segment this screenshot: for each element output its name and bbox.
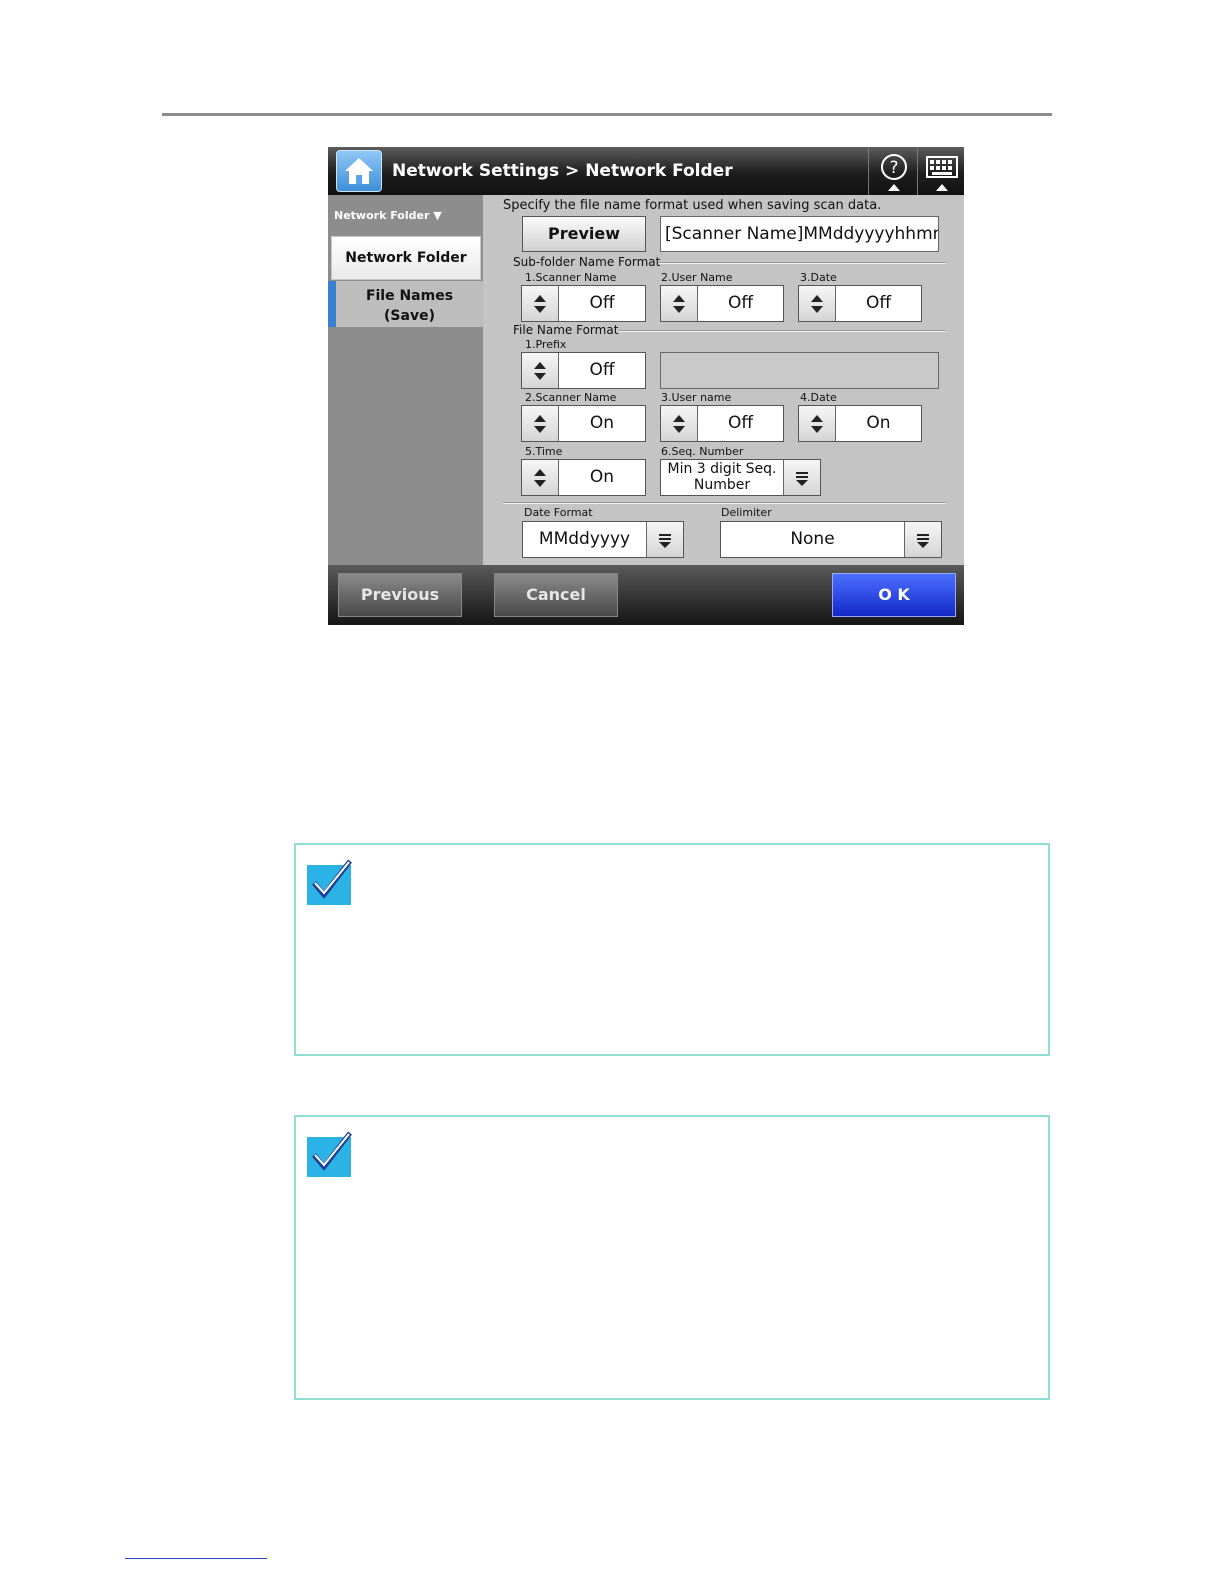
scanner-name-label: 2.Scanner Name <box>525 391 617 404</box>
toggle-value: On <box>589 413 615 433</box>
toggle-value: On <box>589 467 615 487</box>
section-divider <box>659 262 946 264</box>
preview-field: [Scanner Name]MMddyyyyhhmmss <box>660 216 939 252</box>
toggle-value: Off <box>589 293 615 313</box>
toggle-value: On <box>866 413 891 433</box>
help-button[interactable]: ? <box>872 149 916 193</box>
prefix-toggle[interactable]: Off <box>521 352 646 389</box>
list-dropdown-icon <box>783 460 820 495</box>
device-screen: Network Settings > Network Folder ? Netw… <box>328 147 964 625</box>
time-label: 5.Time <box>525 445 563 458</box>
ok-button[interactable]: O K <box>832 573 956 617</box>
checkmark-note-icon <box>307 1131 352 1177</box>
checkmark-note-icon <box>307 859 352 905</box>
dropdown-value-line: Number <box>693 477 751 493</box>
keyboard-button[interactable] <box>920 149 964 193</box>
date-format-label: Date Format <box>524 506 593 519</box>
list-dropdown-icon <box>646 522 683 557</box>
subfolder-user-name-toggle[interactable]: Off <box>660 285 784 322</box>
sidebar-item-network-folder[interactable]: Network Folder <box>331 236 481 280</box>
subfolder-user-name-label: 2.User Name <box>661 271 733 284</box>
subfolder-section-title: Sub-folder Name Format <box>513 255 661 269</box>
sidebar-header[interactable]: Network Folder ▼ <box>334 209 442 222</box>
page-top-rule <box>162 113 1052 116</box>
up-down-arrow-icon <box>661 406 698 441</box>
section-divider <box>619 330 946 332</box>
sidebar-item-label: File Names <box>365 288 454 304</box>
filename-section-title: File Name Format <box>513 323 619 337</box>
note-box <box>294 1115 1050 1400</box>
sidebar: Network Folder ▼ Network Folder File Nam… <box>328 195 483 565</box>
toggle-value: Off <box>727 293 754 313</box>
toggle-value: Off <box>727 413 754 433</box>
dropdown-value: Min 3 digit Seq. Number <box>661 460 783 495</box>
up-down-arrow-icon <box>522 286 559 321</box>
subfolder-date-toggle[interactable]: Off <box>798 285 922 322</box>
sidebar-item-label: (Save) <box>384 308 435 324</box>
dropdown-value: None <box>790 529 835 549</box>
keyboard-icon <box>926 156 958 191</box>
instruction-text: Specify the file name format used when s… <box>503 198 882 213</box>
date-label: 4.Date <box>800 391 837 404</box>
date-format-dropdown[interactable]: MMddyyyy <box>522 521 684 558</box>
up-down-arrow-icon <box>522 353 559 388</box>
svg-text:?: ? <box>889 158 898 178</box>
dropdown-value-line: Min 3 digit Seq. <box>667 461 777 477</box>
header-divider <box>917 147 918 195</box>
subfolder-date-label: 3.Date <box>800 271 837 284</box>
page-footer-rule <box>125 1558 267 1559</box>
time-toggle[interactable]: On <box>521 459 646 496</box>
up-down-arrow-icon <box>799 406 836 441</box>
up-down-arrow-icon <box>522 406 559 441</box>
seq-number-dropdown[interactable]: Min 3 digit Seq. Number <box>660 459 821 496</box>
delimiter-dropdown[interactable]: None <box>720 521 942 558</box>
date-toggle[interactable]: On <box>798 405 922 442</box>
delimiter-label: Delimiter <box>721 506 772 519</box>
prefix-input[interactable] <box>660 352 939 389</box>
bottom-bar: Previous Cancel O K <box>328 565 964 625</box>
home-button[interactable] <box>336 150 382 192</box>
toggle-value: Off <box>589 360 615 380</box>
up-down-arrow-icon <box>522 460 559 495</box>
seq-number-label: 6.Seq. Number <box>661 445 744 458</box>
help-icon: ? <box>881 154 907 191</box>
up-down-arrow-icon <box>799 286 836 321</box>
toggle-value: Off <box>865 293 892 313</box>
subfolder-scanner-name-label: 1.Scanner Name <box>525 271 617 284</box>
sidebar-item-file-names[interactable]: File Names (Save) <box>328 281 483 327</box>
note-box <box>294 843 1050 1056</box>
up-down-arrow-icon <box>661 286 698 321</box>
previous-button[interactable]: Previous <box>338 573 462 617</box>
dropdown-value: MMddyyyy <box>538 529 631 549</box>
list-dropdown-icon <box>904 522 941 557</box>
settings-panel: Specify the file name format used when s… <box>483 195 964 565</box>
user-name-toggle[interactable]: Off <box>660 405 784 442</box>
preview-button[interactable]: Preview <box>522 216 646 252</box>
prefix-label: 1.Prefix <box>525 338 567 351</box>
user-name-label: 3.User name <box>661 391 732 404</box>
cancel-button[interactable]: Cancel <box>494 573 618 617</box>
page-title: Network Settings > Network Folder <box>392 161 733 181</box>
scanner-name-toggle[interactable]: On <box>521 405 646 442</box>
title-bar: Network Settings > Network Folder ? <box>328 147 964 195</box>
home-icon <box>345 158 373 184</box>
header-divider <box>868 147 869 195</box>
subfolder-scanner-name-toggle[interactable]: Off <box>521 285 646 322</box>
section-divider <box>503 502 946 504</box>
